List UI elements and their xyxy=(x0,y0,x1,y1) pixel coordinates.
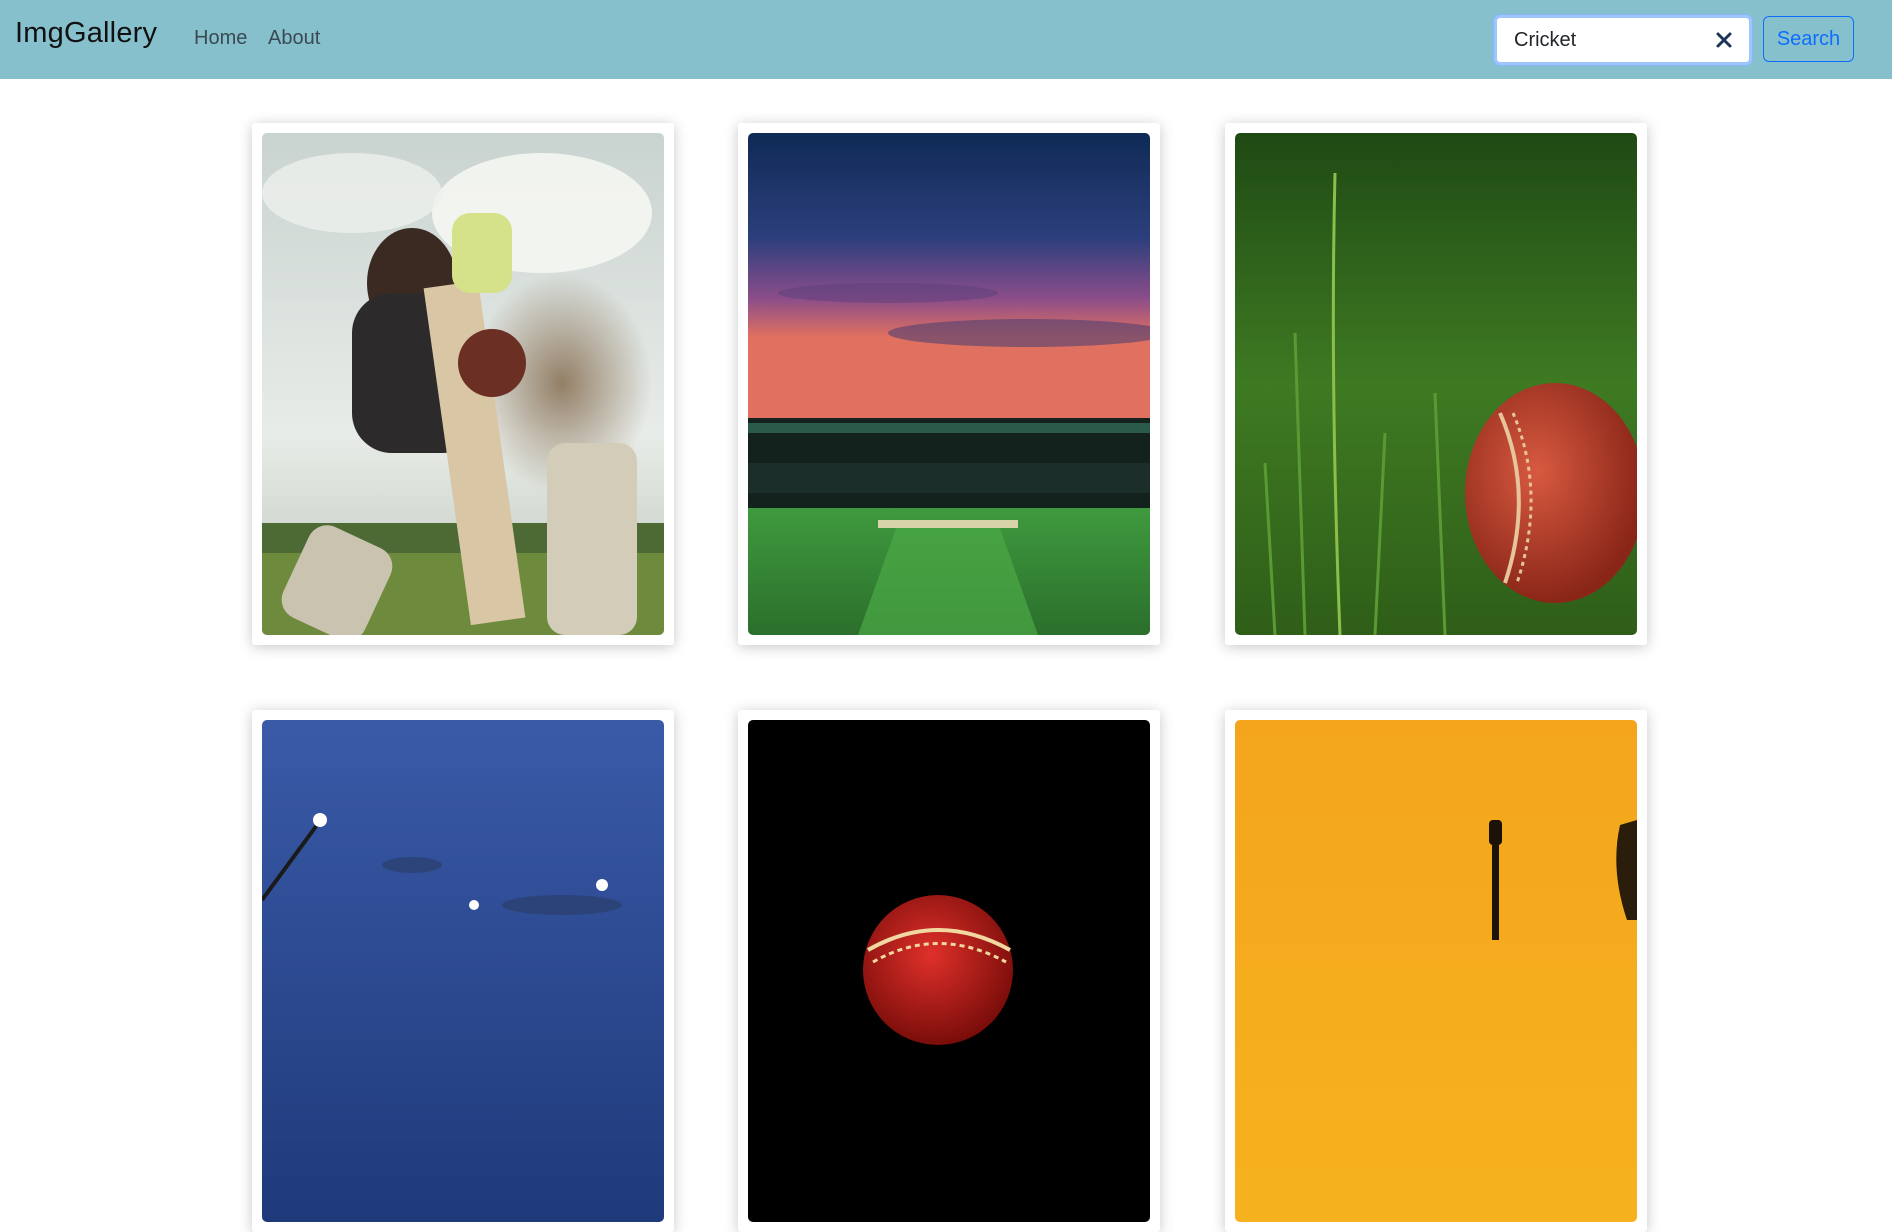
nav-link-home[interactable]: Home xyxy=(194,27,247,50)
navbar: ImgGallery Home About Search xyxy=(0,0,1892,79)
search-input[interactable] xyxy=(1512,27,1716,53)
gallery-card[interactable] xyxy=(1225,710,1647,1232)
brand-logo[interactable]: ImgGallery xyxy=(15,17,157,50)
gallery-image[interactable] xyxy=(748,133,1150,635)
search-button[interactable]: Search xyxy=(1763,16,1854,62)
gallery-card[interactable] xyxy=(738,123,1160,645)
gallery-card[interactable] xyxy=(738,710,1160,1232)
gallery-card[interactable] xyxy=(1225,123,1647,645)
gallery-image[interactable] xyxy=(262,720,664,1222)
gallery-image[interactable] xyxy=(1235,720,1637,1222)
gallery-card[interactable] xyxy=(252,710,674,1232)
close-icon[interactable] xyxy=(1713,29,1735,51)
gallery-image[interactable] xyxy=(1235,133,1637,635)
gallery-image[interactable] xyxy=(262,133,664,635)
search-box xyxy=(1494,15,1752,65)
gallery-image[interactable] xyxy=(748,720,1150,1222)
gallery-card[interactable] xyxy=(252,123,674,645)
nav-link-about[interactable]: About xyxy=(268,27,320,50)
